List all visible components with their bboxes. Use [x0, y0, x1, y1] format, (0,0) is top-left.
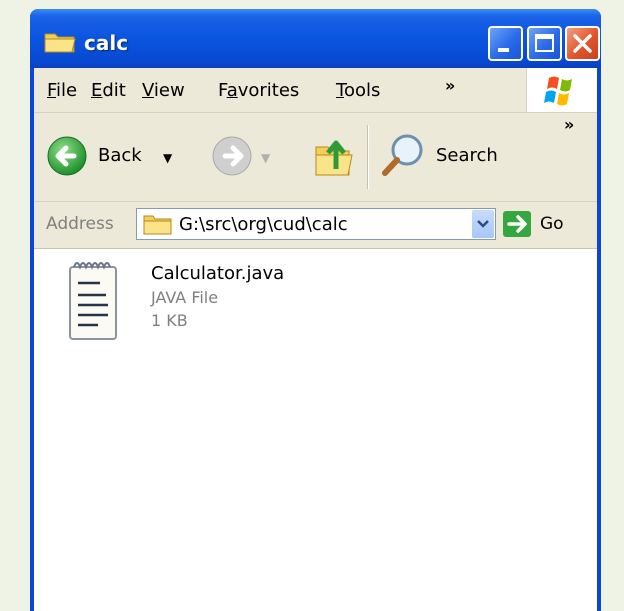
go-button[interactable]: Go: [502, 208, 572, 240]
maximize-button[interactable]: [527, 26, 562, 61]
minimize-icon: [498, 48, 509, 52]
explorer-window: calc File Edit View Favorites Tools » Ba…: [30, 9, 601, 611]
folder-icon: [44, 33, 76, 53]
menu-file[interactable]: File: [47, 80, 77, 101]
address-value: G:\src\org\cud\calc: [179, 214, 348, 235]
window-client-area: File Edit View Favorites Tools » Back ▼ …: [34, 68, 597, 611]
search-label: Search: [436, 145, 498, 166]
go-arrow-icon: [503, 211, 531, 237]
toolbar-separator: [367, 125, 369, 189]
minimize-button[interactable]: [488, 26, 523, 61]
window-title: calc: [84, 31, 129, 55]
back-button[interactable]: Back ▼: [46, 135, 186, 179]
file-name: Calculator.java: [151, 263, 285, 284]
file-size: 1 KB: [151, 311, 188, 330]
standard-toolbar: Back ▼ ▼ Search »: [34, 113, 597, 202]
search-icon: [382, 134, 423, 176]
forward-dropdown-arrow-icon[interactable]: ▼: [261, 151, 270, 165]
maximize-icon: [535, 34, 554, 52]
windows-logo-icon: [544, 76, 572, 106]
back-arrow-icon: [47, 136, 87, 176]
close-icon: [573, 34, 592, 53]
file-type: JAVA File: [151, 288, 219, 307]
menu-overflow-chevron[interactable]: »: [445, 76, 455, 95]
list-item[interactable]: Calculator.java JAVA File 1 KB: [34, 249, 354, 349]
file-list-pane: Calculator.java JAVA File 1 KB: [34, 249, 597, 611]
close-button[interactable]: [565, 26, 600, 61]
back-label: Back: [98, 145, 142, 166]
address-bar: Address G:\src\org\cud\calc Go: [34, 202, 597, 249]
up-folder-button[interactable]: [312, 133, 356, 179]
address-label: Address: [46, 214, 114, 234]
chevron-down-icon: [477, 220, 489, 228]
forward-arrow-icon: [212, 136, 252, 176]
forward-button[interactable]: ▼: [211, 135, 281, 179]
address-dropdown-button[interactable]: [472, 210, 494, 238]
search-button[interactable]: Search: [380, 131, 510, 181]
address-folder-icon: [143, 215, 172, 235]
menu-tools[interactable]: Tools: [336, 80, 380, 101]
text-document-icon: [69, 262, 117, 340]
menu-view[interactable]: View: [142, 80, 185, 101]
toolbar-overflow-chevron[interactable]: »: [564, 115, 574, 134]
menu-favorites[interactable]: Favorites: [218, 80, 299, 101]
menu-edit[interactable]: Edit: [91, 80, 126, 101]
title-bar[interactable]: calc: [30, 9, 601, 68]
address-input[interactable]: G:\src\org\cud\calc: [136, 208, 496, 240]
go-label: Go: [540, 214, 564, 234]
up-folder-icon: [315, 140, 353, 176]
menu-bar: File Edit View Favorites Tools »: [34, 68, 597, 113]
windows-logo-box: [526, 68, 597, 112]
back-dropdown-arrow-icon[interactable]: ▼: [163, 151, 172, 165]
